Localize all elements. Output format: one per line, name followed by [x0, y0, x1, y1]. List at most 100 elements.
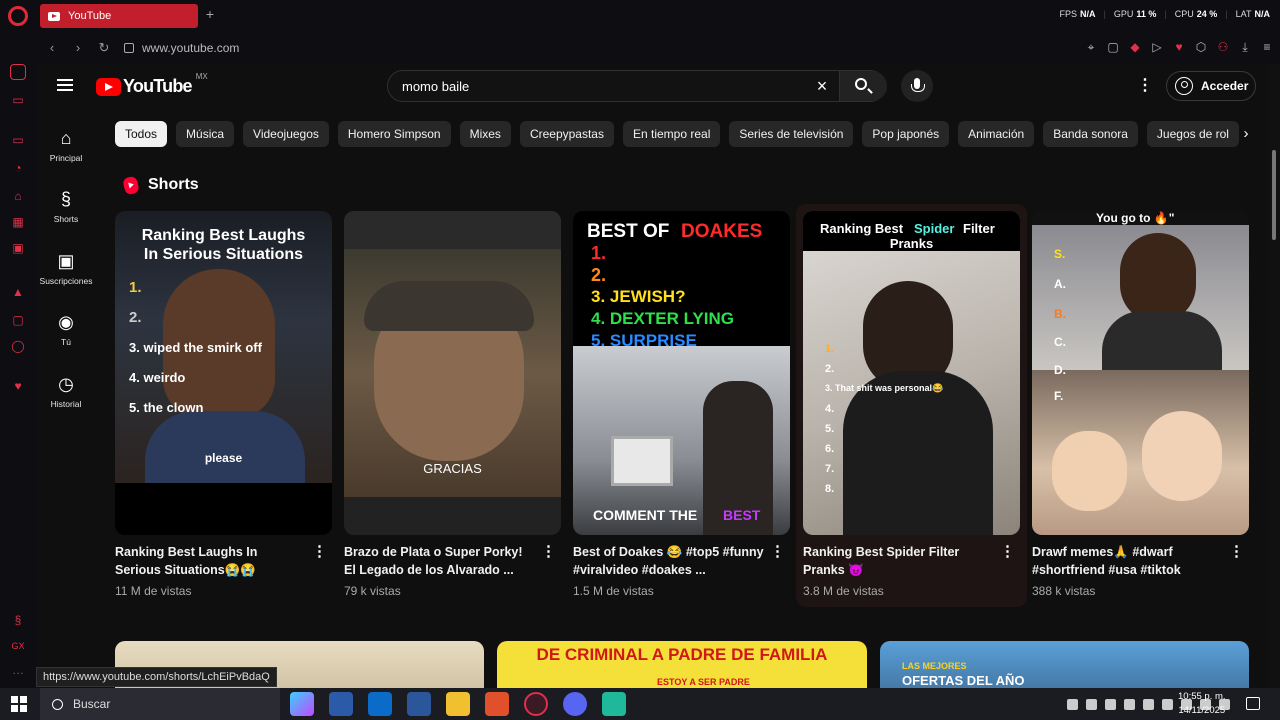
short-card[interactable]: You go to 🔥" S. A. B. C. D. F. Drawf mem… [1032, 211, 1249, 598]
chip-pop-japones[interactable]: Pop japonés [862, 121, 950, 147]
chip-animacion[interactable]: Animación [958, 121, 1035, 147]
short-thumbnail[interactable]: BEST OF DOAKES 1. 2. 3. JEWISH? 4. DEXTE… [573, 211, 790, 535]
rail-item-history[interactable]: ◷ Historial [36, 374, 96, 409]
rail-item-you[interactable]: ◉ Tú [36, 312, 96, 347]
short-thumbnail[interactable]: Ranking Best Spider Filter Pranks 1. 2. … [803, 211, 1020, 535]
rail-item-subscriptions[interactable]: ▣ Suscripciones [36, 251, 96, 286]
short-title[interactable]: Brazo de Plata o Super Porky! El Legado … [344, 544, 535, 579]
store-icon[interactable] [329, 692, 353, 716]
rail-item-shorts[interactable]: § Shorts [36, 189, 96, 224]
short-thumbnail[interactable]: You go to 🔥" S. A. B. C. D. F. [1032, 211, 1249, 535]
more-icon[interactable]: … [10, 662, 26, 678]
short-thumbnail[interactable]: Ranking Best Laughs In Serious Situation… [115, 211, 332, 535]
favorites-icon[interactable]: ♥ [10, 378, 26, 394]
limiter-icon[interactable]: ▦ [10, 214, 26, 230]
signin-button[interactable]: Acceder [1166, 71, 1256, 101]
more-actions-icon[interactable]: ⋮ [1000, 544, 1015, 560]
file-explorer-icon[interactable] [446, 692, 470, 716]
chevron-right-icon[interactable]: › [1236, 124, 1256, 144]
tray-icon[interactable] [1162, 698, 1173, 710]
chip-mixes[interactable]: Mixes [459, 121, 511, 147]
tray-icon[interactable] [1124, 698, 1135, 710]
search-button[interactable] [839, 71, 887, 101]
chip-videojuegos[interactable]: Videojuegos [243, 121, 329, 147]
copilot-icon[interactable] [290, 692, 314, 716]
chip-banda-sonora[interactable]: Banda sonora [1043, 121, 1138, 147]
more-actions-icon[interactable]: ⋮ [541, 544, 556, 560]
twitch-icon[interactable]: ▭ [10, 132, 26, 148]
word-icon[interactable] [407, 692, 431, 716]
more-actions-icon[interactable]: ⋮ [312, 544, 327, 560]
home-sidebar-icon[interactable] [10, 64, 26, 80]
outlook-icon[interactable] [368, 692, 392, 716]
taskbar-search[interactable]: Buscar [40, 688, 280, 720]
heart-icon[interactable]: ♥ [1172, 40, 1186, 54]
short-card[interactable]: Ranking Best Laughs In Serious Situation… [115, 211, 332, 598]
scrollbar-thumb[interactable] [1272, 150, 1276, 240]
opera-gx-taskbar-icon[interactable] [524, 692, 548, 716]
pin-icon[interactable]: ⌖ [1084, 40, 1098, 54]
youtube-logo[interactable]: YouTube MX [96, 72, 208, 97]
short-title[interactable]: Best of Doakes 😂 #top5 #funny #viralvide… [573, 544, 764, 579]
url-field[interactable]: www.youtube.com [142, 41, 239, 55]
short-card[interactable]: Ranking Best Spider Filter Pranks 1. 2. … [803, 211, 1020, 598]
gx-corner-icon[interactable]: ▣ [10, 240, 26, 256]
chip-creepypastas[interactable]: Creepypastas [519, 121, 614, 147]
tray-icon[interactable] [1067, 698, 1078, 710]
settings-icon[interactable]: § [10, 612, 26, 628]
more-actions-icon[interactable]: ⋮ [770, 544, 785, 560]
twitch-icon-2[interactable]: ▢ [10, 312, 26, 328]
profile-icon[interactable]: ⚇ [1216, 40, 1230, 54]
short-card[interactable]: BEST OF DOAKES 1. 2. 3. JEWISH? 4. DEXTE… [573, 211, 790, 598]
back-icon[interactable]: ‹ [42, 38, 62, 58]
windows-start-icon[interactable] [11, 696, 27, 712]
settings-kebab-icon[interactable]: ⋮ [1137, 78, 1153, 94]
search-box[interactable]: momo baile × [387, 70, 887, 102]
speed-icon[interactable]: ◔ [10, 160, 26, 176]
discord-icon[interactable] [563, 692, 587, 716]
short-thumbnail[interactable]: GRACIAS [344, 211, 561, 535]
short-title[interactable]: Drawf memes🙏 #dwarf #shortfriend #usa #t… [1032, 544, 1223, 579]
short-title[interactable]: Ranking Best Laughs In Serious Situation… [115, 544, 306, 579]
brave-icon[interactable] [485, 692, 509, 716]
short-title[interactable]: Ranking Best Spider Filter Pranks 😈 [803, 544, 994, 579]
chip-homero-simpson[interactable]: Homero Simpson [337, 121, 451, 147]
menu-icon[interactable]: ≡ [1260, 40, 1274, 54]
reload-icon[interactable]: ↻ [94, 38, 114, 58]
extensions-icon[interactable]: ⬡ [1194, 40, 1208, 54]
chip-en-tiempo-real[interactable]: En tiempo real [622, 121, 721, 147]
chip-juegos-de-rol[interactable]: Juegos de rol [1146, 121, 1239, 147]
new-tab-icon[interactable]: + [203, 7, 217, 21]
search-input[interactable]: momo baile [402, 79, 469, 94]
app-icon[interactable] [602, 692, 626, 716]
windows-taskbar: Buscar 10:55 p. m. 14/11/2025 [0, 688, 1280, 720]
chip-todos[interactable]: Todos [115, 121, 168, 147]
more-actions-icon[interactable]: ⋮ [1229, 544, 1244, 560]
cleaner-icon[interactable]: ⌂ [10, 188, 26, 204]
voice-search-icon[interactable] [901, 70, 933, 102]
gx-icon[interactable]: GX [10, 638, 26, 654]
chip-series-tv[interactable]: Series de televisión [729, 121, 854, 147]
opera-logo-icon[interactable] [8, 6, 28, 26]
tray-icon[interactable] [1143, 698, 1154, 710]
tray-icon[interactable] [1086, 698, 1097, 710]
clear-search-icon[interactable]: × [812, 76, 832, 96]
video-thumbnail[interactable]: DE CRIMINAL A PADRE DE FAMILIA ESTOY A S… [497, 641, 867, 688]
tab-youtube[interactable]: YouTube [40, 4, 198, 28]
short-card[interactable]: GRACIAS Brazo de Plata o Super Porky! El… [344, 211, 561, 598]
snapshot-icon[interactable]: ▢ [1106, 40, 1120, 54]
download-icon[interactable]: ⤓ [1238, 40, 1252, 54]
clock[interactable]: 10:55 p. m. 14/11/2025 [1178, 690, 1226, 718]
player-icon[interactable]: ▷ [1150, 40, 1164, 54]
notifications-icon[interactable] [1246, 697, 1260, 710]
aria-icon[interactable]: ▲ [10, 284, 26, 300]
whatsapp-icon[interactable]: ◯ [10, 338, 26, 354]
video-thumbnail[interactable]: LAS MEJORES OFERTAS DEL AÑO [880, 641, 1249, 688]
rail-item-principal[interactable]: ⌂ Principal [36, 128, 96, 163]
gamepad-icon[interactable]: ▭ [10, 92, 26, 108]
shield-icon[interactable]: ◆ [1128, 40, 1142, 54]
hamburger-menu-icon[interactable] [57, 79, 73, 91]
tray-icon[interactable] [1105, 698, 1116, 710]
chip-musica[interactable]: Música [176, 121, 235, 147]
forward-icon[interactable]: › [68, 38, 88, 58]
